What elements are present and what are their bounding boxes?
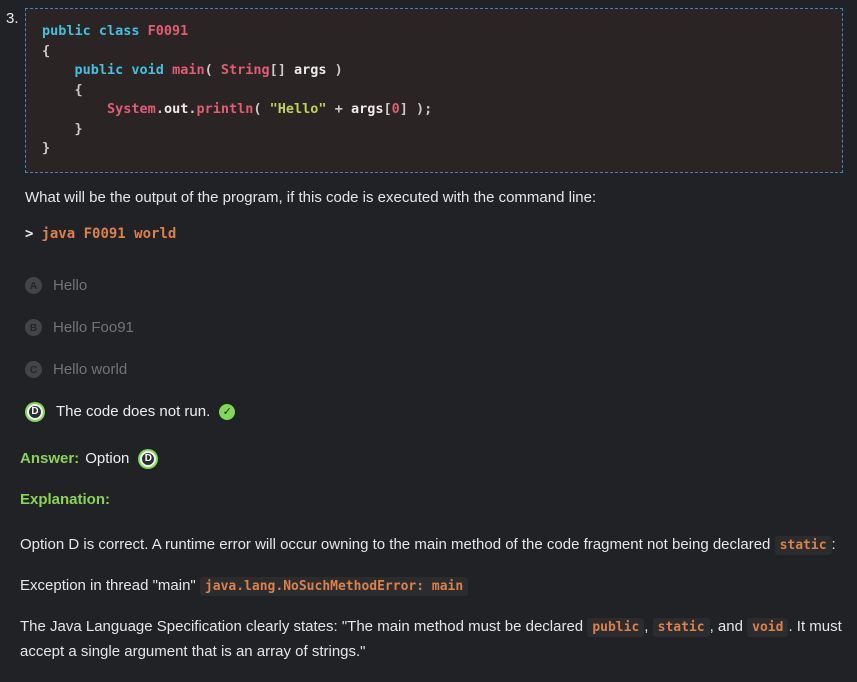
code-token: . [156,101,164,117]
code-token: 0 [392,101,400,117]
code-token: ] ); [400,101,433,117]
code-content: public class F0091 { public void main( S… [42,22,826,159]
code-token: "Hello" [270,101,327,117]
inline-code: static [653,618,710,637]
question-text: What will be the output of the program, … [25,187,843,208]
option-text: The code does not run. [56,403,210,420]
code-token [42,62,75,78]
explanation-heading: Explanation: [20,491,843,508]
explanation-text: Exception in thread "main" [20,577,200,594]
code-token: + [327,101,351,117]
question-page: 3. public class F0091 { public void main… [6,8,843,664]
option-text: Hello Foo91 [53,319,134,336]
code-token: System [107,101,156,117]
code-token: args [351,101,384,117]
option-c[interactable]: C Hello world [25,359,843,381]
answer-text: Option [85,450,129,467]
code-token: [] [270,62,294,78]
option-letter-badge: D [27,404,43,420]
code-token: F0091 [148,23,189,39]
explanation-text: , and [710,618,748,635]
question-number: 3. [6,8,25,27]
code-token: ( [205,62,221,78]
explanation-paragraph: Exception in thread "main" java.lang.NoS… [20,574,843,599]
explanation-body: Option D is correct. A runtime error wil… [20,533,843,664]
code-token: } [42,121,83,137]
option-text: Hello world [53,361,127,378]
code-token: public class [42,23,148,39]
explanation-paragraph: The Java Language Specification clearly … [20,615,843,664]
code-token: println [196,101,253,117]
option-a[interactable]: A Hello [25,275,843,297]
code-token: ) [327,62,343,78]
code-token [42,101,107,117]
option-letter-badge: B [25,319,42,336]
explanation-paragraph: Option D is correct. A runtime error wil… [20,533,843,558]
option-letter-badge: C [25,361,42,378]
answer-label: Answer: [20,450,79,467]
options-list: A Hello B Hello Foo91 C Hello world D The code … [25,275,843,423]
option-b[interactable]: B Hello Foo91 [25,317,843,339]
code-token: { [42,82,83,98]
code-token: ( [253,101,269,117]
explanation-text: , [644,618,652,635]
inline-code: public [587,618,644,637]
explanation-text: Option D is correct. A runtime error wil… [20,536,775,553]
option-d[interactable]: D The code does not run. ✓ [25,401,843,423]
inline-code: void [747,618,788,637]
question-body: What will be the output of the program, … [25,187,843,423]
code-token: public void [75,62,173,78]
explanation-text: : [832,536,836,553]
code-token: { [42,43,50,59]
code-token: String [221,62,270,78]
answer-row: Answer: Option D [20,449,843,469]
command-prompt: > [25,226,33,242]
command-text: java F0091 world [41,226,176,242]
answer-option-badge: D [140,451,156,467]
inline-code: java.lang.NoSuchMethodError: main [200,577,468,596]
code-token: [ [383,101,391,117]
question-code-row: 3. public class F0091 { public void main… [6,8,843,173]
option-text: Hello [53,277,87,294]
option-letter-badge: A [25,277,42,294]
explanation-text: The Java Language Specification clearly … [20,618,587,635]
code-token: out [164,101,188,117]
inline-code: static [775,536,832,555]
code-token: } [42,140,50,156]
code-token: main [172,62,205,78]
code-block: public class F0091 { public void main( S… [25,8,843,173]
command-line: > java F0091 world [25,225,843,244]
check-icon: ✓ [219,404,235,420]
code-token: args [294,62,327,78]
